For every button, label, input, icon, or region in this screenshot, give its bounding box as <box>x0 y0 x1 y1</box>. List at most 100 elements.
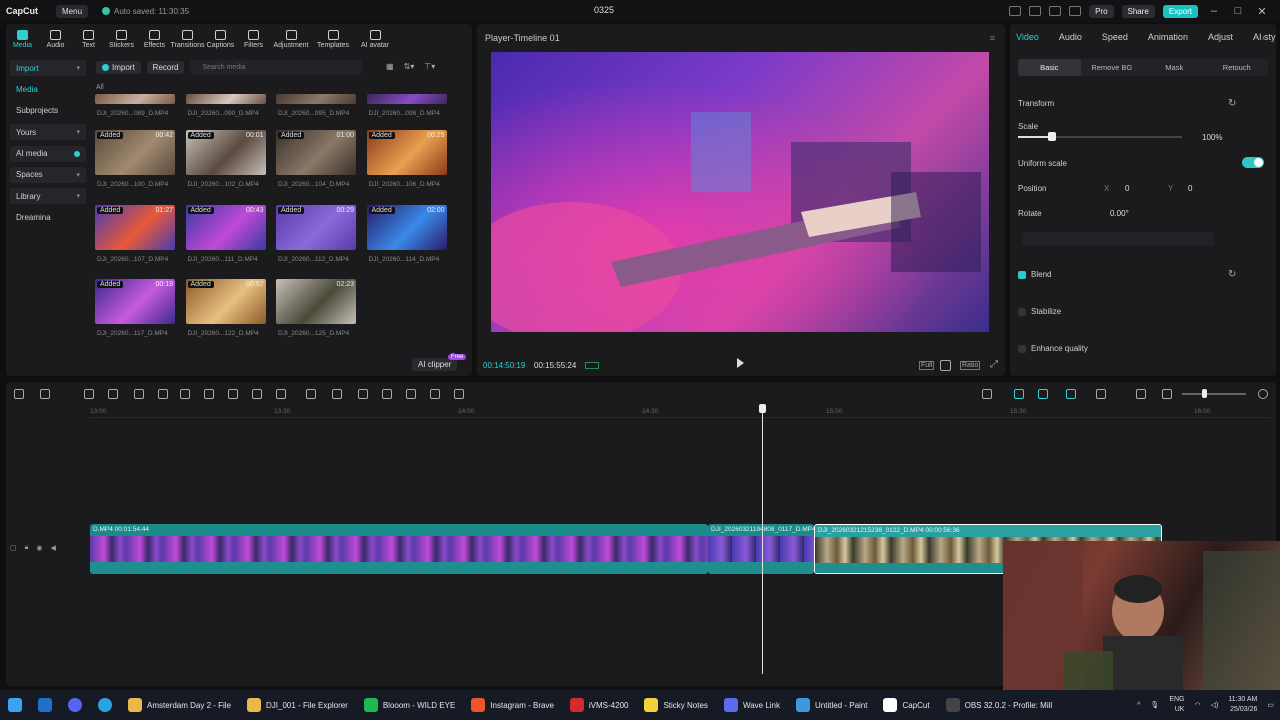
taskbar-app-dji-001-file-explorer[interactable]: DJI_001 - File Explorer <box>239 690 356 720</box>
media-thumbnail[interactable]: Added 00:29 <box>276 204 356 250</box>
media-thumbnail[interactable] <box>276 94 356 104</box>
tab-filters[interactable]: Filters <box>237 24 270 54</box>
tab-adjustment[interactable]: Adjustment <box>270 24 312 54</box>
taskbar-app-wave-link[interactable]: Wave Link <box>716 690 788 720</box>
transform-heading[interactable]: Transform <box>1018 99 1054 108</box>
enhance-checkbox[interactable] <box>1018 345 1026 353</box>
video-preview[interactable] <box>491 52 989 332</box>
eye-icon[interactable]: ◉ <box>36 544 42 552</box>
link-clip-icon[interactable] <box>1066 389 1076 399</box>
play-icon[interactable] <box>737 358 744 368</box>
media-thumbnail[interactable]: Added 00:25 <box>366 130 447 175</box>
align-toolbar[interactable] <box>1022 232 1214 246</box>
zoom-slider[interactable] <box>1182 393 1246 395</box>
tab-transitions[interactable]: Transitions <box>171 24 205 54</box>
enhance-label[interactable]: Enhance quality <box>1031 344 1088 353</box>
preview-axis-icon[interactable] <box>1096 389 1106 399</box>
volume-icon[interactable]: ◁) <box>1211 701 1219 709</box>
auto-reframe-icon[interactable] <box>306 389 316 399</box>
maximize-icon[interactable]: □ <box>1230 5 1246 17</box>
speaker-icon[interactable]: ◀ <box>50 544 55 552</box>
timeline-clip[interactable]: D.MP4 00:01:54:44 <box>90 524 708 574</box>
filter-icon[interactable]: ⊤▾ <box>424 62 435 71</box>
sidebar-item-media[interactable]: Media <box>10 81 86 97</box>
taskbar-app-untitled-paint[interactable]: Untitled - Paint <box>788 690 875 720</box>
sidebar-item-ai-media[interactable]: AI media <box>10 145 86 162</box>
close-icon[interactable]: ✕ <box>1254 5 1270 18</box>
blend-checkbox[interactable] <box>1018 271 1026 279</box>
taskbar-app-instagram-brave[interactable]: Instagram - Brave <box>463 690 562 720</box>
select-icon[interactable] <box>40 389 50 399</box>
export-button[interactable]: Export <box>1162 4 1198 18</box>
split-left-icon[interactable] <box>158 389 168 399</box>
player-menu-icon[interactable]: ≡ <box>990 33 995 43</box>
crop-icon[interactable] <box>940 360 951 371</box>
sidebar-item-library[interactable]: Library ▾ <box>10 188 86 205</box>
cover-icon[interactable]: ▢ <box>10 544 17 552</box>
add-icon[interactable] <box>14 389 24 399</box>
taskbar-app-obs-32-0-2-profile-mill[interactable]: OBS 32.0.2 - Profile: Mill <box>938 690 1061 720</box>
notification-icon[interactable]: ▭ <box>1267 701 1274 709</box>
stabilize-label[interactable]: Stabilize <box>1031 307 1061 316</box>
telegram-icon[interactable] <box>90 690 120 720</box>
caption-icon[interactable] <box>1136 389 1146 399</box>
media-thumbnail[interactable] <box>366 94 447 104</box>
tab-audio[interactable]: Audio <box>1059 32 1082 42</box>
split-icon[interactable] <box>134 389 144 399</box>
taskbar-app-amsterdam-day-2-file[interactable]: Amsterdam Day 2 - File <box>120 690 239 720</box>
media-thumbnail[interactable]: Added 00:42 <box>95 130 175 175</box>
media-thumbnail[interactable]: Added 00:57 <box>185 279 266 324</box>
monitor-icon[interactable] <box>1009 6 1022 16</box>
zoom-out-icon[interactable] <box>1162 389 1172 399</box>
wifi-icon[interactable]: ◠ <box>1194 701 1200 709</box>
search-input[interactable]: Search media <box>190 60 363 75</box>
zoom-slider-handle[interactable] <box>1202 389 1207 398</box>
pro-button[interactable]: Pro <box>1089 4 1114 18</box>
blend-label[interactable]: Blend <box>1031 270 1051 279</box>
link-icon[interactable] <box>1014 389 1024 399</box>
x-value[interactable]: 0 <box>1125 184 1129 193</box>
split-right-icon[interactable] <box>180 389 190 399</box>
ratio-button[interactable]: Ratio <box>960 361 981 370</box>
minimize-icon[interactable]: – <box>1206 5 1222 17</box>
blend-reset-icon[interactable]: ↻ <box>1228 269 1236 280</box>
record-button[interactable]: Record <box>146 61 185 74</box>
scale-value[interactable]: 100% <box>1202 133 1222 142</box>
uniform-scale-toggle[interactable] <box>1242 157 1264 168</box>
media-thumbnail[interactable]: Added 02:00 <box>366 204 447 250</box>
layout-icon[interactable] <box>1029 6 1042 16</box>
tab-templates[interactable]: Templates <box>312 24 354 54</box>
taskbar-app-ivms-4200[interactable]: iVMS-4200 <box>562 690 637 720</box>
scale-slider-handle[interactable] <box>1048 132 1056 141</box>
taskbar-app-capcut[interactable]: CapCut <box>875 690 937 720</box>
magnet-icon[interactable] <box>1038 389 1048 399</box>
image-icon-icon[interactable] <box>430 389 440 399</box>
mirror-icon[interactable] <box>332 389 342 399</box>
media-thumbnail[interactable]: Added 00:19 <box>95 279 175 324</box>
rotate-value[interactable]: 0.00° <box>1110 209 1129 218</box>
import-button[interactable]: Import <box>96 61 141 74</box>
tab-audio[interactable]: Audio <box>39 24 72 54</box>
video-layer-icon[interactable] <box>406 389 416 399</box>
subtab-remove-bg[interactable]: Remove BG <box>1081 59 1144 76</box>
language-indicator[interactable]: ENG UK <box>1169 695 1184 715</box>
tray-overflow-icon[interactable]: ^ <box>1137 702 1140 709</box>
discord-icon[interactable] <box>60 690 90 720</box>
tabs-scroll-icon[interactable]: › <box>1262 33 1265 42</box>
media-thumbnail[interactable]: Added 01:00 <box>276 130 356 175</box>
playhead-handle[interactable] <box>759 404 766 413</box>
tab-text[interactable]: Text <box>72 24 105 54</box>
outlook-icon[interactable] <box>30 690 60 720</box>
timeline-clip[interactable]: DJI_20260321194808_0117_D.MP4 <box>708 524 814 574</box>
share-button[interactable]: Share <box>1121 4 1155 18</box>
delete-icon[interactable] <box>204 389 214 399</box>
media-thumbnail[interactable]: Added 00:43 <box>185 204 266 250</box>
sidebar-item-dreamina[interactable]: Dreamina <box>10 210 86 226</box>
sidebar-item-import[interactable]: Import ▾ <box>10 60 86 76</box>
tab-media[interactable]: Media <box>6 24 39 54</box>
media-thumbnail[interactable] <box>95 94 175 104</box>
stabilize-checkbox[interactable] <box>1018 308 1026 316</box>
fullscreen-icon[interactable]: ⤢ <box>990 359 998 370</box>
timeline-ruler[interactable]: 13:00 13:30 14:00 14:30 15:00 15:30 16:00 <box>90 406 1270 418</box>
subtab-basic[interactable]: Basic <box>1018 59 1081 76</box>
